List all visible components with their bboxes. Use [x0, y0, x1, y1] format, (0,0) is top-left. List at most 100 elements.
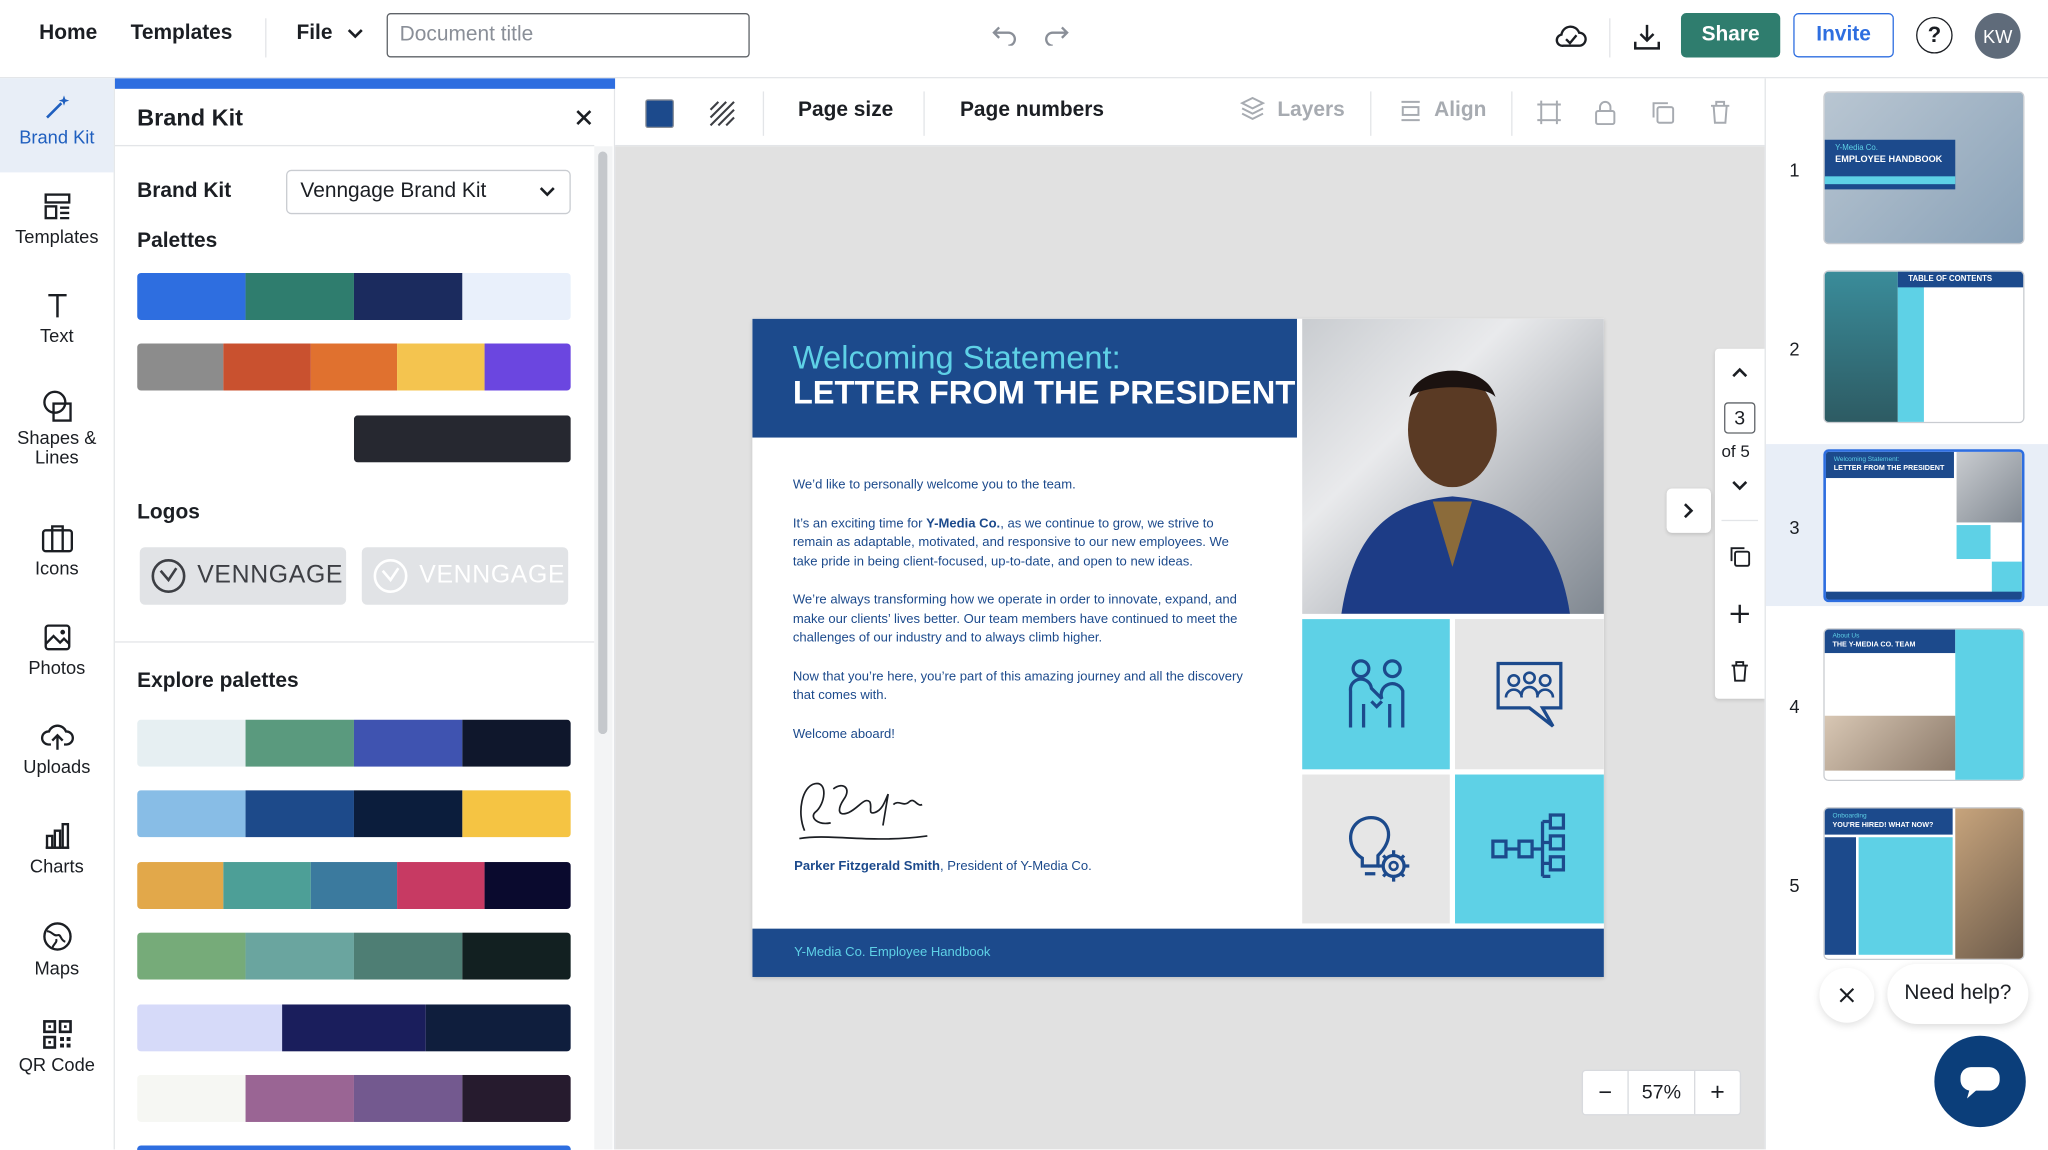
help-bubble[interactable]: Need help? — [1887, 963, 2029, 1024]
rail-item-uploads[interactable]: Uploads — [0, 708, 114, 802]
palette-swatch[interactable] — [137, 272, 246, 320]
palette-swatch[interactable] — [137, 1004, 282, 1052]
palette-swatch[interactable] — [353, 719, 463, 767]
palette-swatch[interactable] — [353, 1074, 463, 1122]
tile-structure[interactable] — [1455, 774, 1604, 924]
page-header-block[interactable]: Welcoming Statement: LETTER FROM THE PRE… — [752, 318, 1297, 438]
signer-line[interactable]: Parker Fitzgerald Smith, President of Y-… — [794, 859, 1092, 873]
letter-body[interactable]: We’d like to personally welcome you to t… — [793, 477, 1244, 764]
page-heading-2[interactable]: LETTER FROM THE PRESIDENT — [793, 375, 1296, 413]
next-page-button[interactable] — [1666, 488, 1712, 533]
explore-palette[interactable] — [137, 932, 571, 980]
duplicate-button[interactable] — [1648, 98, 1677, 127]
explore-palette[interactable] — [137, 862, 571, 910]
rail-item-shapes[interactable]: Shapes & Lines — [0, 376, 114, 470]
page-footer[interactable]: Y-Media Co. Employee Handbook — [752, 928, 1604, 977]
panel-scrollbar-thumb[interactable] — [598, 151, 608, 735]
rail-item-icons[interactable]: Icons — [0, 509, 114, 603]
president-photo[interactable] — [1302, 318, 1604, 614]
rail-item-templates[interactable]: Templates — [0, 178, 114, 272]
palette-swatch[interactable] — [245, 1074, 354, 1122]
palette-swatch[interactable] — [245, 719, 354, 767]
rail-item-charts[interactable]: Charts — [0, 807, 114, 901]
palette-swatch[interactable] — [353, 932, 463, 980]
duplicate-page-button[interactable] — [1725, 542, 1754, 571]
down-page-button[interactable] — [1727, 475, 1753, 496]
help-button[interactable]: ? — [1916, 16, 1953, 54]
page-thumbnail[interactable]: About Us THE Y-MEDIA CO. TEAM — [1823, 628, 2025, 782]
explore-palette[interactable] — [137, 719, 571, 767]
thumbnail-row[interactable]: 5 Onboarding YOU'RE HIRED! WHAT NOW? — [1766, 802, 2048, 964]
page-thumbnail[interactable]: Onboarding YOU'RE HIRED! WHAT NOW? — [1823, 807, 2025, 960]
palette-swatch[interactable] — [137, 343, 224, 391]
zoom-value[interactable]: 57% — [1629, 1081, 1694, 1103]
palette-swatch[interactable] — [353, 790, 463, 838]
home-link[interactable]: Home — [39, 22, 97, 46]
brand-palette[interactable] — [137, 343, 571, 391]
palette-swatch[interactable] — [137, 1074, 246, 1122]
texture-button[interactable] — [708, 99, 737, 128]
palette-swatch[interactable] — [245, 932, 354, 980]
delete-button[interactable] — [1706, 98, 1735, 127]
brand-palette[interactable] — [137, 272, 571, 320]
palette-swatch[interactable] — [223, 862, 311, 910]
rail-item-maps[interactable]: Maps — [0, 906, 114, 1000]
palette-swatch[interactable] — [484, 862, 571, 910]
page-numbers-button[interactable]: Page numbers — [960, 99, 1104, 123]
add-page-button[interactable] — [1725, 600, 1754, 629]
download-button[interactable] — [1627, 17, 1666, 56]
palette-swatch[interactable] — [397, 862, 485, 910]
palette-swatch[interactable] — [397, 343, 485, 391]
palette-swatch[interactable] — [281, 1004, 427, 1052]
invite-button[interactable]: Invite — [1793, 13, 1894, 58]
close-help-button[interactable] — [1819, 967, 1875, 1023]
palette-swatch[interactable] — [462, 932, 571, 980]
rail-item-qr-code[interactable]: QR Code — [0, 1006, 114, 1100]
share-button[interactable]: Share — [1680, 13, 1781, 58]
page-thumbnail[interactable]: Y-Media Co. EMPLOYEE HANDBOOK — [1823, 91, 2025, 245]
document-title-input[interactable] — [386, 13, 750, 58]
palette-swatch[interactable] — [353, 415, 571, 463]
palette-swatch[interactable] — [462, 790, 571, 838]
page-thumbnail[interactable]: TABLE OF CONTENTS — [1823, 270, 2025, 424]
palette-swatch[interactable] — [462, 719, 571, 767]
page-thumbnail-active[interactable]: Welcoming Statement: LETTER FROM THE PRE… — [1823, 449, 2025, 603]
page-heading-1[interactable]: Welcoming Statement: — [793, 340, 1121, 378]
brand-kit-select[interactable]: Venngage Brand Kit — [286, 169, 571, 215]
palette-swatch[interactable] — [310, 343, 398, 391]
palette-swatch[interactable] — [223, 343, 311, 391]
thumbnail-row[interactable]: 2 TABLE OF CONTENTS — [1766, 265, 2048, 427]
thumbnail-row-active[interactable]: 3 Welcoming Statement: LETTER FROM THE P… — [1765, 444, 2048, 607]
palette-swatch[interactable] — [137, 932, 246, 980]
rail-item-photos[interactable]: Photos — [0, 609, 114, 703]
cloud-save-button[interactable] — [1552, 17, 1591, 56]
fill-color-swatch[interactable] — [645, 99, 674, 128]
align-button[interactable] — [1399, 99, 1423, 129]
chat-button[interactable] — [1934, 1035, 2026, 1128]
palette-swatch[interactable] — [353, 272, 463, 320]
delete-page-button[interactable] — [1725, 657, 1754, 686]
templates-link[interactable]: Templates — [131, 22, 233, 46]
zoom-out-button[interactable]: − — [1583, 1071, 1629, 1115]
zoom-in-button[interactable]: + — [1694, 1071, 1740, 1115]
palette-swatch[interactable] — [426, 1004, 571, 1052]
explore-palette[interactable] — [137, 1004, 571, 1052]
palette-swatch[interactable] — [245, 790, 354, 838]
rail-item-text[interactable]: Text — [0, 277, 114, 371]
current-page-input[interactable]: 3 — [1724, 402, 1756, 434]
brand-palette[interactable] — [353, 415, 571, 463]
palette-swatch[interactable] — [462, 1074, 571, 1122]
prev-page-button[interactable] — [1727, 362, 1753, 383]
rail-item-brand-kit[interactable]: Brand Kit — [0, 78, 114, 173]
crop-button[interactable] — [1535, 98, 1564, 127]
avatar[interactable]: KW — [1974, 13, 2021, 59]
explore-palette[interactable] — [137, 1074, 571, 1122]
explore-palette[interactable] — [137, 790, 571, 838]
palette-swatch[interactable] — [137, 862, 224, 910]
palette-swatch[interactable] — [462, 272, 571, 320]
page-size-button[interactable]: Page size — [798, 99, 893, 123]
tile-community[interactable] — [1455, 619, 1604, 770]
palette-swatch[interactable] — [137, 719, 246, 767]
palette-swatch[interactable] — [484, 343, 571, 391]
palette-swatch[interactable] — [137, 790, 246, 838]
